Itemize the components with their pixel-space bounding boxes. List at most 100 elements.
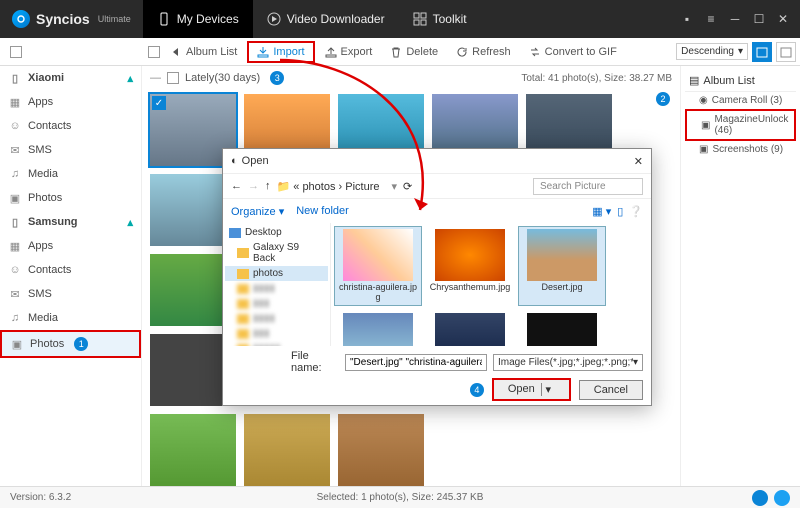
nav-back-button[interactable]: ←	[231, 180, 242, 192]
chat-icon[interactable]: ▪	[680, 12, 694, 26]
file-name: Chrysanthemum.jpg	[430, 283, 511, 293]
back-arrow-icon	[170, 46, 182, 58]
filename-input[interactable]	[345, 354, 487, 371]
album-magazine-unlock[interactable]: 2 ▣ MagazineUnlock (46)	[685, 109, 796, 141]
tree-item-blurred[interactable]: ▮▮▮	[225, 326, 328, 341]
view-calendar-button[interactable]	[752, 42, 772, 62]
search-input[interactable]: Search Picture	[533, 178, 643, 195]
export-button[interactable]: Export	[317, 43, 381, 61]
file-item[interactable]: Chrysanthemum.jpg	[427, 227, 513, 305]
maximize-button[interactable]: ☐	[752, 12, 766, 26]
tree-item-blurred[interactable]: ▮▮▮	[225, 296, 328, 311]
file-item[interactable]	[335, 311, 421, 346]
device-xiaomi[interactable]: ▯ Xiaomi ▴	[0, 66, 141, 90]
sidebar-item-media[interactable]: ♫Media	[0, 162, 141, 186]
export-icon	[325, 46, 337, 58]
file-item[interactable]	[427, 311, 513, 346]
delete-button[interactable]: Delete	[382, 43, 446, 61]
nav-forward-button[interactable]: →	[248, 180, 259, 192]
open-dropdown[interactable]: ▾	[541, 383, 555, 396]
collapse-icon[interactable]: ▴	[127, 72, 133, 85]
sidebar-item-contacts[interactable]: ☺Contacts	[0, 114, 141, 138]
label: SMS	[28, 288, 52, 300]
tree-item-blurred[interactable]: ▮▮▮▮	[225, 281, 328, 296]
version-label: Version: 6.3.2	[10, 492, 71, 503]
file-item[interactable]	[519, 311, 605, 346]
convert-icon	[529, 46, 541, 58]
toolbar-checkbox[interactable]	[148, 46, 160, 58]
photo-thumb[interactable]	[150, 414, 236, 486]
album-camera-roll[interactable]: ◉ Camera Roll (3)	[685, 92, 796, 109]
tree-item-blurred[interactable]: ▮▮▮▮	[225, 311, 328, 326]
select-all-checkbox[interactable]	[10, 46, 22, 58]
group-checkbox[interactable]	[167, 72, 179, 84]
sidebar-item-sms[interactable]: ✉SMS	[0, 282, 141, 306]
collapse-icon[interactable]: ▴	[127, 216, 133, 229]
nav-label: Video Downloader	[287, 12, 385, 26]
file-list: christina-aguilera.jpg Chrysanthemum.jpg…	[331, 223, 651, 346]
breadcrumb[interactable]: 📁 « photos › Picture	[277, 180, 380, 193]
dialog-nav: ← → ↑ 📁 « photos › Picture ▾ ⟳ Search Pi…	[223, 173, 651, 199]
import-button[interactable]: Import	[247, 41, 314, 63]
photo-thumb[interactable]	[244, 414, 330, 486]
nav-up-button[interactable]: ↑	[265, 180, 271, 192]
sidebar-item-photos-selected[interactable]: ▣ Photos 1	[0, 330, 141, 358]
nav-my-devices[interactable]: My Devices	[143, 0, 253, 38]
sidebar-item-sms[interactable]: ✉ SMS	[0, 138, 141, 162]
album-screenshots[interactable]: ▣ Screenshots (9)	[685, 141, 796, 158]
folder-tree[interactable]: Desktop Galaxy S9 Back photos ▮▮▮▮ ▮▮▮ ▮…	[223, 223, 331, 346]
preview-pane-button[interactable]: ▯	[617, 205, 623, 218]
selection-label: Selected: 1 photo(s), Size: 245.37 KB	[317, 492, 484, 503]
title-bar: Syncios Ultimate My Devices Video Downlo…	[0, 0, 800, 38]
refresh-button[interactable]: Refresh	[448, 43, 519, 61]
sidebar-item-apps[interactable]: ▦Apps	[0, 234, 141, 258]
tree-backup[interactable]: Galaxy S9 Back	[225, 240, 328, 266]
label: Photos	[30, 338, 64, 350]
facebook-icon[interactable]	[752, 490, 768, 506]
file-open-dialog: ◐ Open ✕ ← → ↑ 📁 « photos › Picture ▾ ⟳ …	[222, 148, 652, 406]
open-button[interactable]: Open ▾	[492, 378, 571, 401]
app-icon: ◐	[231, 155, 238, 167]
view-mode-button[interactable]: ▦ ▾	[592, 205, 611, 218]
sidebar-item-apps[interactable]: ▦Apps	[0, 90, 141, 114]
minimize-button[interactable]: ─	[728, 12, 742, 26]
top-nav: My Devices Video Downloader Toolkit	[143, 0, 481, 38]
photos-icon: ▣	[10, 337, 24, 351]
sidebar-item-photos[interactable]: ▣Photos	[0, 186, 141, 210]
sidebar-item-media[interactable]: ♫Media	[0, 306, 141, 330]
tree-desktop[interactable]: Desktop	[225, 225, 328, 240]
filetype-dropdown[interactable]: Image Files(*.jpg;*.jpeg;*.png;*.▾	[493, 354, 643, 371]
nav-toolkit[interactable]: Toolkit	[399, 0, 481, 38]
group-label: Lately(30 days)	[185, 72, 260, 84]
new-folder-button[interactable]: New folder	[296, 205, 349, 217]
refresh-icon[interactable]: ⟳	[403, 180, 412, 193]
help-button[interactable]: ❔	[629, 205, 643, 218]
sidebar-item-contacts[interactable]: ☺Contacts	[0, 258, 141, 282]
dialog-close-button[interactable]: ✕	[634, 155, 643, 168]
trash-icon	[390, 46, 402, 58]
photo-thumb[interactable]	[338, 414, 424, 486]
device-samsung[interactable]: ▯ Samsung ▴	[0, 210, 141, 234]
twitter-icon[interactable]	[774, 490, 790, 506]
organize-menu[interactable]: Organize ▾	[231, 205, 284, 218]
back-album-list[interactable]: Album List	[162, 43, 245, 61]
file-item[interactable]: Desert.jpg	[519, 227, 605, 305]
album-list-header: ▤ Album List	[685, 70, 796, 92]
menu-icon[interactable]: ≡	[704, 12, 718, 26]
file-item[interactable]: christina-aguilera.jpg	[335, 227, 421, 305]
tree-item-blurred[interactable]: ▮▮▮▮▮	[225, 341, 328, 346]
sort-dropdown[interactable]: Descending ▾	[676, 43, 748, 60]
sms-icon: ✉	[8, 143, 22, 157]
dialog-titlebar: ◐ Open ✕	[223, 149, 651, 173]
label: SMS	[28, 144, 52, 156]
file-name: Desert.jpg	[541, 283, 582, 293]
nav-video-downloader[interactable]: Video Downloader	[253, 0, 399, 38]
cancel-button[interactable]: Cancel	[579, 380, 643, 400]
view-list-button[interactable]	[776, 42, 796, 62]
phone-icon: ▯	[8, 71, 22, 85]
tree-photos[interactable]: photos	[225, 266, 328, 281]
label: Album List	[186, 46, 237, 58]
app-name: Syncios	[36, 11, 90, 27]
close-button[interactable]: ✕	[776, 12, 790, 26]
convert-gif-button[interactable]: Convert to GIF	[521, 43, 625, 61]
